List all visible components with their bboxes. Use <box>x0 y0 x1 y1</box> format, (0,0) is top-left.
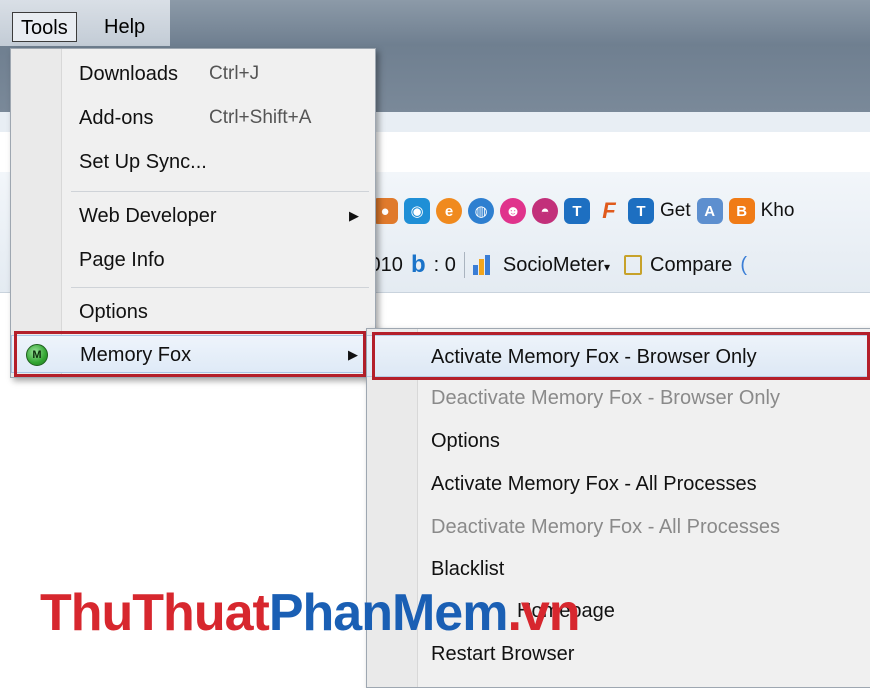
submenu-arrow-icon: ▶ <box>349 208 359 223</box>
menu-item-options[interactable]: Options <box>11 293 375 331</box>
submenu-item-activate-all-processes[interactable]: Activate Memory Fox - All Processes <box>367 463 870 505</box>
highlight-box-memory-fox <box>14 331 366 377</box>
watermark-part-1: ThuThuat <box>40 584 270 642</box>
b-logo-icon: b <box>410 251 426 278</box>
menu-item-label: Options <box>79 301 148 323</box>
submenu-item-options[interactable]: Options <box>367 420 870 462</box>
submenu-item-deactivate-all-processes[interactable]: Deactivate Memory Fox - All Processes <box>367 506 870 548</box>
menu-item-add-ons[interactable]: Add-ons Ctrl+Shift+A <box>11 99 375 137</box>
menu-item-web-developer[interactable]: Web Developer ▶ <box>11 197 375 235</box>
menu-help[interactable]: Help <box>96 12 153 42</box>
f-logo-icon[interactable]: F <box>596 198 622 224</box>
menu-item-label: Add-ons <box>79 107 154 129</box>
sociometer-button[interactable]: SocioMeter▾ <box>503 254 610 277</box>
watermark-logo: ThuThuatPhanMem.vn <box>40 584 581 642</box>
menu-item-page-info[interactable]: Page Info <box>11 241 375 279</box>
menu-separator <box>71 191 369 192</box>
globe-icon[interactable]: ◍ <box>468 198 494 224</box>
get-label[interactable]: Get <box>660 200 691 222</box>
toolbar-separator <box>463 252 465 278</box>
paren-char: ( <box>740 253 747 276</box>
chat-bubble-icon[interactable]: ◓ <box>532 198 558 224</box>
camera-icon[interactable]: ◉ <box>404 198 430 224</box>
submenu-item-deactivate-browser-only[interactable]: Deactivate Memory Fox - Browser Only <box>367 377 870 419</box>
menu-item-downloads[interactable]: Downloads Ctrl+J <box>11 55 375 93</box>
tt-logo-icon-2[interactable]: T <box>628 198 654 224</box>
addon-icon-row: ● ◉ e ◍ ☻ ◓ T F T Get A B Kho <box>372 196 794 226</box>
menu-separator <box>71 287 369 288</box>
compare-button[interactable]: Compare <box>650 254 732 277</box>
kho-label[interactable]: Kho <box>761 200 795 222</box>
menu-item-label: Page Info <box>79 249 165 271</box>
e-logo-icon[interactable]: e <box>436 198 462 224</box>
blogger-icon[interactable]: B <box>728 198 755 224</box>
highlight-box-activate <box>372 332 870 380</box>
menu-shortcut: Ctrl+Shift+A <box>209 107 312 128</box>
watermark-part-3: .vn <box>507 584 580 642</box>
stats-row: ,010 b : 0 SocioMeter▾ Compare ( <box>364 250 747 280</box>
menu-item-set-up-sync[interactable]: Set Up Sync... <box>11 143 375 181</box>
translate-icon[interactable]: A <box>696 198 723 224</box>
menu-item-label: Web Developer <box>79 205 217 227</box>
menu-shortcut: Ctrl+J <box>209 63 260 84</box>
bar-chart-icon <box>472 255 495 275</box>
compare-icon <box>624 255 643 275</box>
badge-count: : 0 <box>433 253 456 276</box>
smiley-icon[interactable]: ☻ <box>500 198 526 224</box>
watermark-part-2: PhanMem <box>268 584 509 642</box>
tools-menu: Downloads Ctrl+J Add-ons Ctrl+Shift+A Se… <box>10 48 376 378</box>
tt-logo-icon[interactable]: T <box>564 198 590 224</box>
menu-bar: Tools Help <box>0 0 170 46</box>
menu-item-label: Downloads <box>79 63 178 85</box>
menu-tools[interactable]: Tools <box>12 12 77 42</box>
menu-item-label: Set Up Sync... <box>79 151 207 173</box>
